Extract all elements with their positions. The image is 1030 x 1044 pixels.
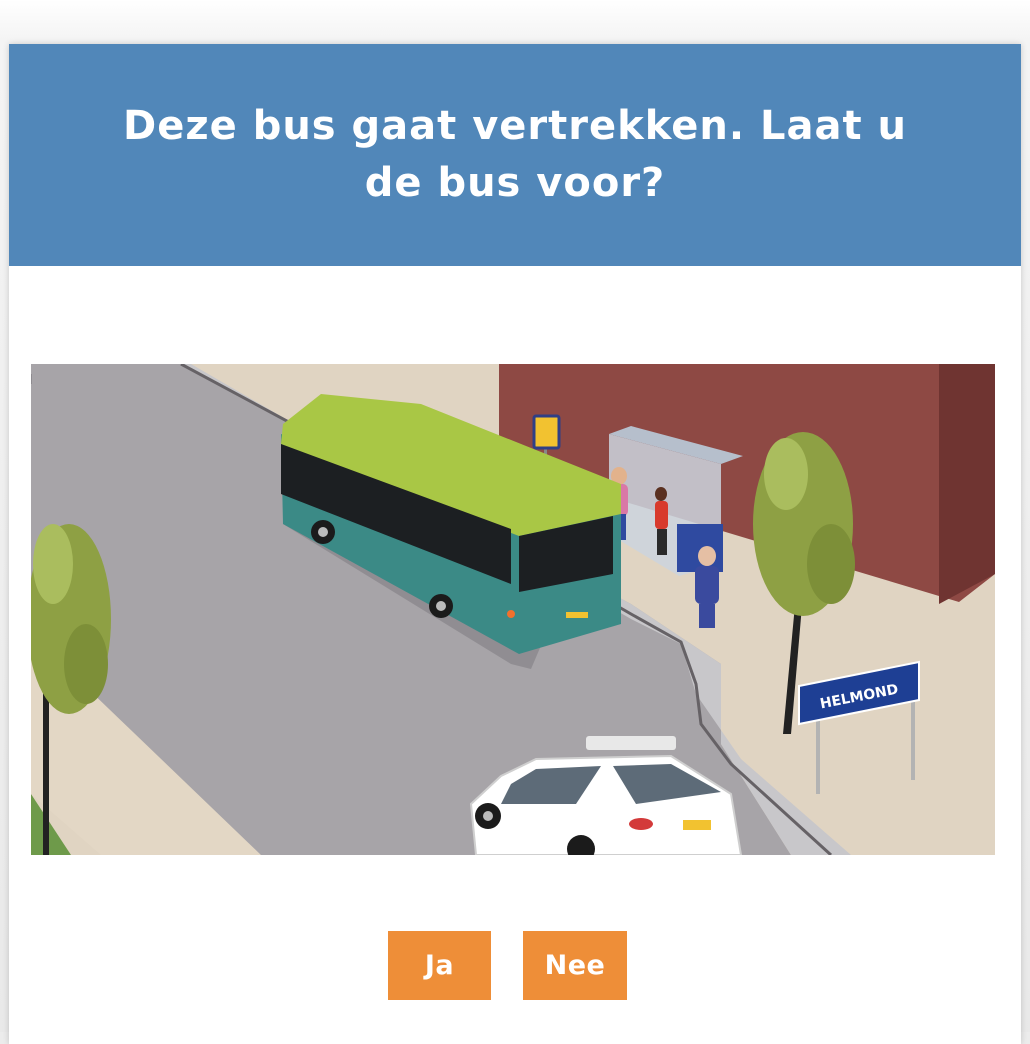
traffic-scene-illustration: HELMOND <box>31 364 995 855</box>
no-button[interactable]: Nee <box>523 931 627 1000</box>
page-background: Deze bus gaat vertrekken. Laat u de bus … <box>0 0 1030 1044</box>
question-card: Deze bus gaat vertrekken. Laat u de bus … <box>9 44 1021 1044</box>
question-header: Deze bus gaat vertrekken. Laat u de bus … <box>9 44 1021 266</box>
question-text: Deze bus gaat vertrekken. Laat u de bus … <box>123 103 907 206</box>
bus-stop-sign <box>532 414 561 450</box>
yes-button[interactable]: Ja <box>388 931 491 1000</box>
answer-buttons: Ja Nee <box>9 931 1021 1001</box>
